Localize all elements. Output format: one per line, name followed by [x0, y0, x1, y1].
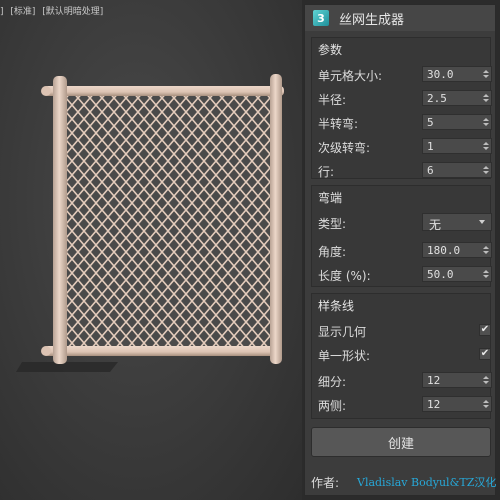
sides-spinner[interactable]: 12	[422, 396, 492, 412]
secondary-turns-label: 次级转弯:	[318, 141, 371, 155]
end-type-dropdown[interactable]: 无	[422, 213, 492, 233]
spinner-arrows-icon[interactable]	[481, 243, 491, 257]
spinner-arrows-icon[interactable]	[481, 139, 491, 153]
half-turns-spinner[interactable]: 5	[422, 114, 492, 130]
top-rail	[44, 86, 284, 96]
group-ends: 弯端 类型: 无 角度: 180.0 长度 (%): 50.0	[311, 185, 492, 287]
top-rail-cap-left	[41, 86, 51, 96]
row-secondary-turns: 次级转弯: 1	[312, 136, 492, 156]
sides-value[interactable]: 12	[427, 398, 440, 411]
cell-size-value[interactable]: 30.0	[427, 68, 454, 81]
radius-label: 半径:	[318, 93, 347, 107]
fence-model[interactable]	[0, 0, 302, 500]
row-subdivisions: 细分: 12	[312, 370, 492, 390]
spinner-arrows-icon[interactable]	[481, 373, 491, 387]
spinner-arrows-icon[interactable]	[481, 67, 491, 81]
bottom-rail	[44, 346, 280, 356]
row-rows: 行: 6	[312, 160, 492, 180]
radius-spinner[interactable]: 2.5	[422, 90, 492, 106]
row-single-shape: 单一形状: ✔	[312, 344, 492, 364]
right-post	[270, 74, 282, 364]
rows-spinner[interactable]: 6	[422, 162, 492, 178]
rows-label: 行:	[318, 165, 335, 179]
mesh-generator-panel: 3 丝网生成器 参数 单元格大小: 30.0 半径: 2.5 半转弯: 5 次级…	[304, 4, 496, 496]
ground-shadow	[16, 362, 118, 372]
3dsmax-app-icon: 3	[313, 10, 329, 26]
subdivisions-value[interactable]: 12	[427, 374, 440, 387]
single-shape-label: 单一形状:	[318, 349, 371, 363]
rows-value[interactable]: 6	[427, 164, 434, 177]
row-length: 长度 (%): 50.0	[312, 264, 492, 284]
end-type-value[interactable]: 无	[429, 216, 441, 233]
row-half-turns: 半转弯: 5	[312, 112, 492, 132]
group-spline-title: 样条线	[318, 299, 355, 313]
subdivisions-spinner[interactable]: 12	[422, 372, 492, 388]
bottom-rail-cap-left	[41, 346, 51, 356]
group-spline: 样条线 显示几何 ✔ 单一形状: ✔ 细分: 12 两侧: 12	[311, 293, 492, 419]
half-turns-value[interactable]: 5	[427, 116, 434, 129]
panel-title: 丝网生成器	[339, 12, 405, 28]
cell-size-spinner[interactable]: 30.0	[422, 66, 492, 82]
viewport[interactable]: ] [标准] [默认明暗处理]	[0, 0, 302, 500]
group-parameters-title: 参数	[318, 43, 343, 57]
show-geometry-label: 显示几何	[318, 325, 367, 339]
end-type-label: 类型:	[318, 217, 347, 231]
show-geometry-checkbox[interactable]: ✔	[479, 324, 491, 336]
length-value[interactable]: 50.0	[427, 268, 454, 281]
row-cell-size: 单元格大小: 30.0	[312, 64, 492, 84]
group-parameters: 参数 单元格大小: 30.0 半径: 2.5 半转弯: 5 次级转弯: 1 行:…	[311, 37, 492, 180]
spinner-arrows-icon[interactable]	[481, 397, 491, 411]
length-label: 长度 (%):	[318, 269, 371, 283]
angle-value[interactable]: 180.0	[427, 244, 460, 257]
row-show-geometry: 显示几何 ✔	[312, 320, 492, 340]
row-angle: 角度: 180.0	[312, 240, 492, 260]
group-ends-title: 弯端	[318, 191, 343, 205]
author-label: 作者:	[311, 476, 340, 490]
spinner-arrows-icon[interactable]	[481, 163, 491, 177]
author-row: 作者: Vladislav Bodyul&TZ汉化	[311, 471, 497, 491]
angle-label: 角度:	[318, 245, 347, 259]
secondary-turns-spinner[interactable]: 1	[422, 138, 492, 154]
radius-value[interactable]: 2.5	[427, 92, 447, 105]
author-link[interactable]: Vladislav Bodyul&TZ汉化	[357, 474, 496, 490]
secondary-turns-value[interactable]: 1	[427, 140, 434, 153]
spinner-arrows-icon[interactable]	[481, 115, 491, 129]
single-shape-checkbox[interactable]: ✔	[479, 348, 491, 360]
length-spinner[interactable]: 50.0	[422, 266, 492, 282]
sides-label: 两侧:	[318, 399, 347, 413]
row-end-type: 类型: 无	[312, 212, 492, 232]
cell-size-label: 单元格大小:	[318, 69, 383, 83]
half-turns-label: 半转弯:	[318, 117, 359, 131]
row-radius: 半径: 2.5	[312, 88, 492, 108]
spinner-arrows-icon[interactable]	[481, 91, 491, 105]
chevron-down-icon[interactable]	[479, 220, 485, 224]
row-sides: 两侧: 12	[312, 394, 492, 414]
create-button[interactable]: 创建	[311, 427, 491, 457]
chain-link-mesh	[66, 96, 270, 352]
left-post	[53, 76, 67, 364]
panel-title-bar[interactable]: 3 丝网生成器	[305, 5, 495, 31]
subdivisions-label: 细分:	[318, 375, 347, 389]
angle-spinner[interactable]: 180.0	[422, 242, 492, 258]
spinner-arrows-icon[interactable]	[481, 267, 491, 281]
